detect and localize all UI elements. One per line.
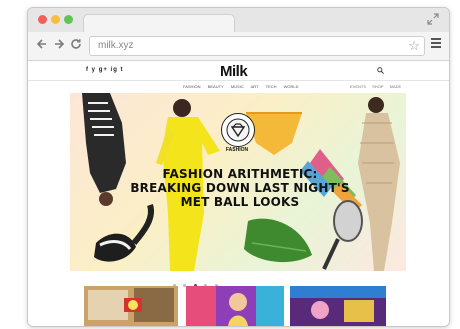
search-icon[interactable] — [377, 67, 384, 76]
category-nav: FASHION BEAUTY MUSIC ART TECH WORLD — [183, 84, 305, 89]
nav-item-tech[interactable]: TECH — [266, 84, 277, 89]
article-thumbnail[interactable] — [186, 286, 284, 326]
fashion-category-badge — [221, 113, 255, 147]
hamburger-icon[interactable] — [431, 38, 441, 48]
nav-item-beauty[interactable]: BEAUTY — [208, 84, 224, 89]
facebook-icon[interactable]: f — [86, 67, 89, 73]
expand-icon[interactable] — [427, 13, 439, 25]
browser-tab[interactable] — [83, 14, 235, 33]
title-bar — [28, 8, 449, 33]
nav-item-art[interactable]: ART — [251, 84, 259, 89]
site-logo[interactable]: Milk — [220, 63, 248, 80]
minimize-window-button[interactable] — [51, 15, 60, 24]
nav-item-shop[interactable]: SHOP — [372, 84, 383, 89]
url-text: milk.xyz — [98, 40, 134, 51]
header-divider — [28, 80, 449, 81]
google-plus-icon[interactable]: g+ — [99, 67, 108, 73]
close-window-button[interactable] — [38, 15, 47, 24]
arrow-left-icon[interactable] — [36, 38, 48, 53]
instagram-icon[interactable]: ig — [111, 67, 118, 73]
hero-headline[interactable]: FASHION ARITHMETIC: BREAKING DOWN LAST N… — [130, 167, 350, 209]
browser-window: milk.xyz ☆ f y g+ ig t Milk FASHION BEAU… — [27, 7, 450, 327]
category-label[interactable]: FASHION — [222, 147, 252, 153]
social-links: f y g+ ig t — [86, 67, 124, 73]
twitter-icon[interactable]: t — [121, 67, 124, 73]
reload-icon[interactable] — [70, 38, 82, 53]
nav-item-made[interactable]: MADE — [390, 84, 402, 89]
nav-item-world[interactable]: WORLD — [284, 84, 299, 89]
address-bar[interactable]: milk.xyz ☆ — [89, 36, 425, 56]
zoom-window-button[interactable] — [64, 15, 73, 24]
nav-item-events[interactable]: EVENTS — [350, 84, 366, 89]
arrow-right-icon[interactable] — [53, 38, 65, 53]
star-icon[interactable]: ☆ — [408, 38, 420, 53]
browser-toolbar: milk.xyz ☆ — [28, 32, 449, 61]
hero-carousel-slide[interactable]: FASHION FASHION ARITHMETIC: BREAKING DOW… — [70, 93, 406, 271]
diamond-emblem-icon — [226, 118, 250, 142]
secondary-nav: EVENTS SHOP MADE — [350, 84, 406, 89]
youtube-icon[interactable]: y — [92, 67, 96, 73]
website-content: f y g+ ig t Milk FASHION BEAUTY MUSIC AR… — [28, 61, 449, 326]
article-thumbnail[interactable] — [290, 286, 386, 326]
nav-item-fashion[interactable]: FASHION — [183, 84, 201, 89]
nav-item-music[interactable]: MUSIC — [231, 84, 244, 89]
article-thumbnail[interactable] — [84, 286, 178, 326]
